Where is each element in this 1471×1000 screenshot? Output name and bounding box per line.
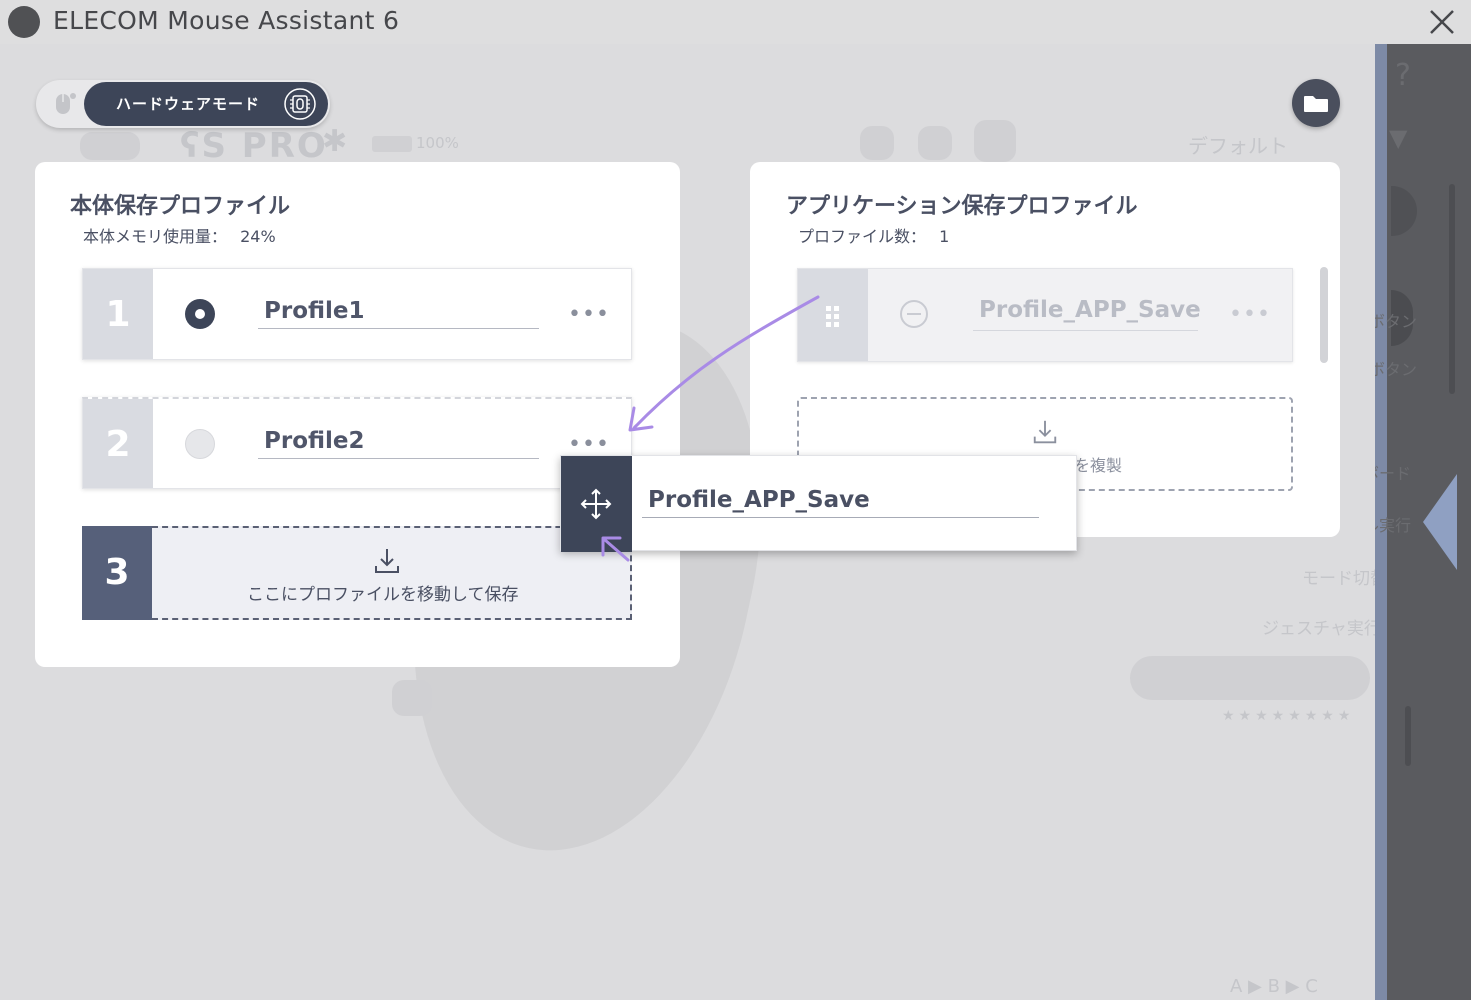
duplicate-hint: を複製 [1074,456,1123,475]
ghost-app-icon [918,126,952,160]
ghost-device-icon [80,132,140,160]
right-sidebar: ? ▼ ボタン ボタン ボード ル実行 [1375,44,1471,1000]
ghost-mode-switch: モード切替 [1302,569,1375,589]
dragged-profile-name: Profile_APP_Save [648,487,870,513]
profile-count-value: 1 [939,227,950,246]
sidebar-scrollbar[interactable] [1405,706,1411,766]
ghost-item: ル実行 [1375,516,1412,535]
folder-button[interactable] [1292,79,1340,127]
remove-icon[interactable] [898,298,930,330]
ghost-item: ボード [1375,464,1412,483]
profile-count: プロファイル数： 1 [798,223,949,247]
hardware-mode-label: ハードウェアモード [116,95,261,113]
ghost-toggle [1391,186,1417,236]
drop-hint: ここにプロファイルを移動して保存 [247,585,519,605]
profile-count-label: プロファイル数： [798,227,927,246]
ghost-app-icon [860,126,894,160]
ghost-icon [392,680,432,716]
profile-1-menu-button[interactable]: ••• [568,304,610,326]
sidebar-scrollbar[interactable] [1449,184,1455,394]
profile-1-radio[interactable] [185,299,215,329]
grip-icon [826,306,839,327]
memory-usage-label: 本体メモリ使用量： [83,227,228,246]
name-underline [642,517,1039,518]
move-handle[interactable] [561,456,632,552]
app-profile-menu-button[interactable]: ••• [1229,304,1271,326]
battery-level: 100% [416,134,459,152]
profile-2-menu-button[interactable]: ••• [568,434,610,456]
drag-grip[interactable] [798,269,868,361]
memory-usage: 本体メモリ使用量： 24% [83,223,276,247]
ghost-item: ボタン [1375,360,1418,379]
name-underline [258,458,539,459]
profile-2-name[interactable]: Profile2 [264,428,365,454]
close-button[interactable] [1420,4,1464,40]
ghost-item: ボタン [1375,312,1418,331]
memory-usage-value: 24% [240,227,276,246]
bluetooth-icon: ✱ [322,124,348,159]
app-profile-name[interactable]: Profile_APP_Save [979,297,1201,323]
name-underline [258,328,539,329]
download-icon [375,549,399,573]
app-profiles-title: アプリケーション保存プロファイル [786,194,1138,219]
slot-number: 2 [83,399,153,488]
download-icon [1033,420,1057,444]
title-bar: ELECOM Mouse Assistant 6 [0,0,1471,44]
ghost-app-icon [974,120,1016,162]
ghost-input [1130,656,1370,700]
ghost-device-logo: ʕS PRO [180,126,328,166]
help-icon: ? [1395,58,1411,93]
device-profiles-title: 本体保存プロファイル [70,194,291,219]
name-underline [973,330,1198,331]
ghost-sequence: A ▶ B ▶ C [1230,976,1318,997]
slot-number: 3 [82,526,152,620]
slot-number: 1 [83,269,153,359]
move-icon [580,488,612,520]
profile-2-radio[interactable] [185,429,215,459]
software-mode-icon[interactable] [50,90,80,118]
profile-1-name[interactable]: Profile1 [264,298,365,324]
battery-icon [372,136,412,152]
folder-icon [1304,96,1328,112]
ghost-stars: ★★★★★★★★ [1222,708,1355,724]
close-icon [1430,10,1454,34]
app-icon [8,6,40,38]
window-title: ELECOM Mouse Assistant 6 [53,6,400,35]
app-list-scrollbar[interactable] [1320,267,1328,363]
chip-icon [284,88,316,120]
dropdown-icon: ▼ [1389,124,1408,152]
profile-slot-3-drop-target[interactable]: 3 [82,526,632,620]
ghost-preset-label: デフォルト [1188,134,1288,158]
collapse-chevron-icon[interactable] [1423,474,1457,570]
ghost-gesture: ジェスチャ実行 [1262,619,1375,639]
